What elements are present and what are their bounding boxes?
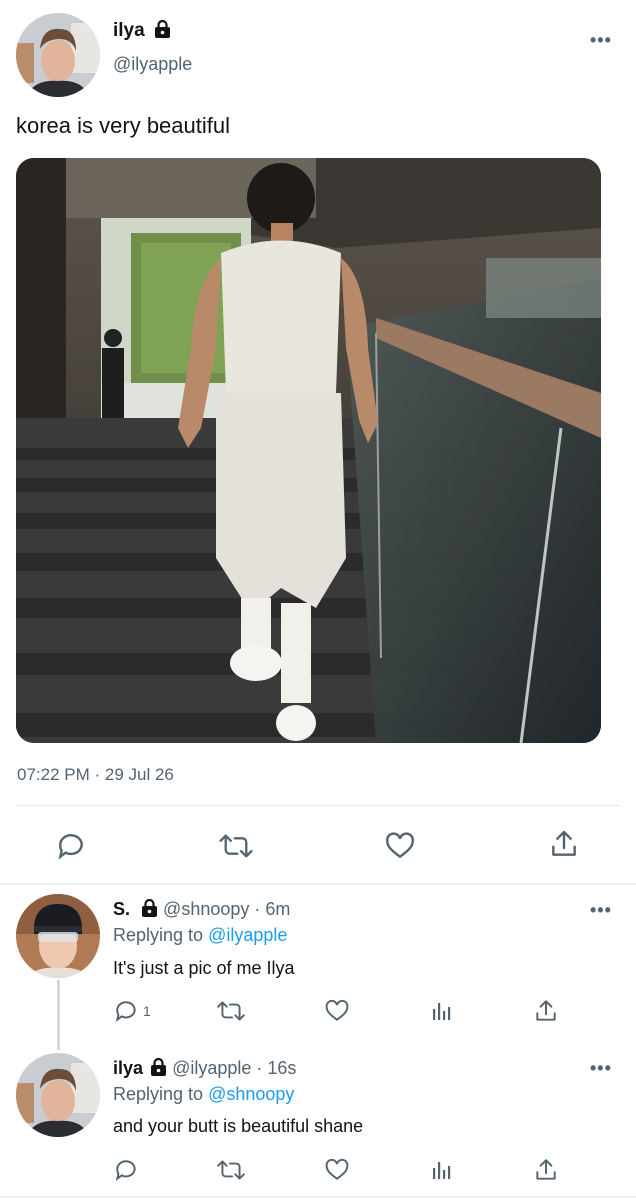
author-avatar[interactable] (16, 13, 100, 97)
divider (0, 883, 636, 885)
more-icon[interactable]: ••• (590, 900, 612, 921)
analytics-button[interactable] (430, 1158, 454, 1182)
replying-to: Replying to @shnoopy (113, 1084, 294, 1105)
reply-avatar-shnoopy[interactable] (16, 894, 100, 978)
share-button[interactable] (548, 828, 580, 860)
like-icon (324, 998, 350, 1024)
reply-author-handle[interactable]: @shnoopy (163, 899, 249, 919)
like-button[interactable] (384, 830, 416, 862)
replying-to-link[interactable]: @ilyapple (208, 925, 287, 945)
reply-icon (113, 998, 139, 1024)
retweet-button[interactable] (218, 830, 254, 862)
reply-button[interactable] (55, 830, 87, 862)
author-handle[interactable]: @ilyapple (113, 54, 192, 75)
lock-icon (154, 19, 171, 43)
retweet-icon (216, 998, 246, 1024)
reply-button[interactable] (113, 1157, 139, 1183)
retweet-button[interactable] (216, 1157, 246, 1183)
share-icon (533, 998, 559, 1024)
reply-text: and your butt is beautiful shane (113, 1116, 364, 1136)
lock-icon (150, 1057, 167, 1081)
share-icon (533, 1157, 559, 1183)
like-icon (384, 830, 416, 862)
like-button[interactable] (324, 1157, 350, 1183)
like-button[interactable] (324, 998, 350, 1024)
retweet-icon (216, 1157, 246, 1183)
tweet-photo[interactable] (16, 158, 601, 743)
retweet-icon (218, 830, 254, 862)
thread-line (57, 980, 60, 1050)
more-icon[interactable]: ••• (590, 1058, 612, 1079)
share-button[interactable] (533, 1157, 559, 1183)
reply-icon (55, 830, 87, 862)
lock-icon (141, 898, 158, 922)
replying-to: Replying to @ilyapple (113, 925, 287, 946)
share-icon (548, 828, 580, 860)
analytics-button[interactable] (430, 999, 454, 1023)
tweet-timestamp[interactable]: 07:22 PM · 29 Jul 26 (17, 765, 174, 785)
replying-to-label: Replying to (113, 1084, 209, 1104)
reply-time: · 6m (254, 899, 291, 919)
divider (0, 1196, 636, 1198)
reply-icon (113, 1157, 139, 1183)
reply-header: S. @shnoopy · 6m (113, 898, 291, 922)
tweet-text: korea is very beautiful (16, 113, 230, 138)
author-name[interactable]: ilya (113, 20, 145, 41)
reply-header: ilya @ilyapple · 16s (113, 1057, 297, 1081)
replying-to-label: Replying to (113, 925, 209, 945)
analytics-icon (430, 1158, 454, 1182)
retweet-button[interactable] (216, 998, 246, 1024)
analytics-icon (430, 999, 454, 1023)
reply-author-name[interactable]: S. (113, 899, 130, 919)
share-button[interactable] (533, 998, 559, 1024)
reply-author-handle[interactable]: @ilyapple (172, 1058, 251, 1078)
like-icon (324, 1157, 350, 1183)
reply-author-name[interactable]: ilya (113, 1058, 143, 1078)
more-icon[interactable]: ••• (590, 30, 612, 51)
reply-button[interactable]: 1 (113, 998, 151, 1024)
replying-to-link[interactable]: @shnoopy (208, 1084, 294, 1104)
reply-text: It's just a pic of me Ilya (113, 958, 295, 978)
author-name-row: ilya (113, 19, 171, 43)
divider (16, 805, 620, 806)
reply-count: 1 (143, 1003, 151, 1019)
reply-avatar-ilyapple[interactable] (16, 1053, 100, 1137)
reply-time: · 16s (256, 1058, 297, 1078)
